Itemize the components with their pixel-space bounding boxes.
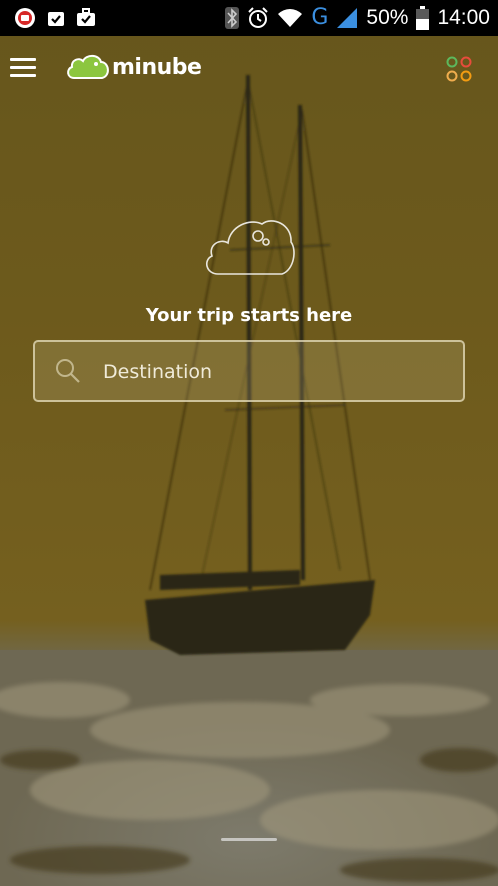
minube-cloud-logo-icon: [67, 54, 109, 79]
battery-icon: [416, 6, 430, 30]
clipboard-check-icon: [48, 12, 64, 26]
cloud-icon: [205, 220, 295, 275]
apps-grid-icon[interactable]: [446, 56, 472, 82]
notification-app-icon: [15, 8, 35, 28]
brand-name: minube: [112, 54, 202, 80]
briefcase-check-icon: [77, 8, 95, 26]
page-indicator: [221, 838, 277, 841]
signal-icon: [337, 8, 358, 28]
status-bar: G 50% 14:00: [0, 0, 498, 36]
hamburger-icon[interactable]: [10, 58, 36, 78]
app-screen: G 50% 14:00 minube Your trip starts here…: [0, 0, 498, 886]
destination-search-input[interactable]: Destination: [33, 340, 465, 402]
wifi-icon: [278, 9, 303, 27]
clock-time: 14:00: [437, 6, 490, 29]
hero-tagline: Your trip starts here: [145, 305, 353, 326]
background-photo: [0, 0, 498, 886]
battery-percentage: 50%: [366, 6, 409, 29]
system-icons: G 50% 14:00: [225, 5, 490, 31]
app-bar: minube: [0, 36, 498, 100]
alarm-icon: [248, 7, 269, 28]
search-placeholder: Destination: [103, 361, 213, 383]
notification-icons: [14, 7, 96, 29]
search-icon: [56, 359, 80, 383]
network-type-label: G: [311, 5, 329, 30]
minube-logo[interactable]: minube: [66, 50, 202, 84]
bluetooth-icon: [225, 7, 240, 29]
